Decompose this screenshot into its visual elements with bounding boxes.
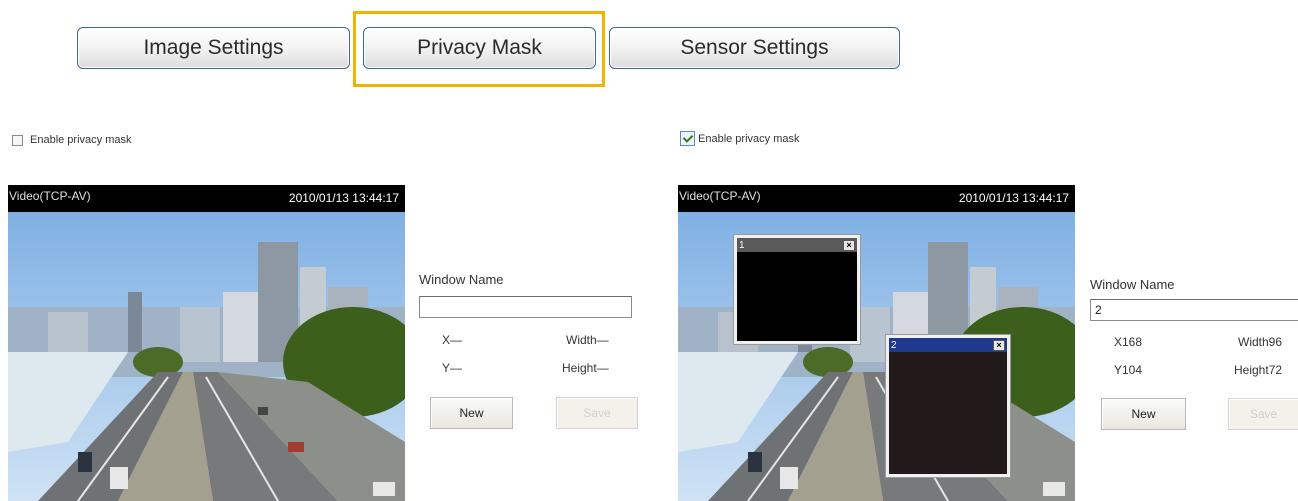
video-title-bar: Video(TCP-AV) 2010/01/13 13:44:17 — [8, 185, 405, 212]
video-timestamp-2: 2010/01/13 13:44:17 — [958, 191, 1069, 205]
enable-privacy-mask-label-2: Enable privacy mask — [698, 132, 800, 145]
tab-sensor-settings-label: Sensor Settings — [680, 36, 829, 59]
tab-sensor-settings[interactable]: Sensor Settings — [609, 27, 900, 69]
y-readout-2: Y104 — [1114, 363, 1143, 377]
window-name-field-2[interactable]: 2 — [1090, 299, 1298, 321]
tab-highlight-frame — [353, 11, 605, 87]
enable-privacy-mask-checkbox[interactable] — [12, 134, 23, 146]
save-button[interactable]: Save — [556, 397, 638, 429]
tab-image-settings[interactable]: Image Settings — [77, 27, 350, 69]
video-view[interactable]: Video(TCP-AV) 2010/01/13 13:44:17 — [8, 185, 405, 501]
video-stream-label-2: Video(TCP-AV) — [679, 189, 761, 203]
tab-image-settings-label: Image Settings — [143, 36, 284, 59]
x-readout: X— — [442, 333, 463, 347]
video-title-bar-2: Video(TCP-AV) 2010/01/13 13:44:17 — [678, 185, 1075, 212]
enable-privacy-mask-checkbox-checked[interactable] — [680, 131, 695, 146]
close-icon[interactable]: × — [843, 239, 855, 251]
enable-privacy-mask-row-2: Enable privacy mask — [680, 131, 800, 146]
video-timestamp: 2010/01/13 13:44:17 — [288, 191, 399, 205]
mask-title-bar-2[interactable]: 2 × — [889, 338, 1007, 352]
width-readout-2: Width96 — [1238, 335, 1283, 349]
video-view-2[interactable]: Video(TCP-AV) 2010/01/13 13:44:17 1 × 2 … — [678, 185, 1075, 501]
mask-name-2: 2 — [891, 339, 897, 351]
window-name-field[interactable] — [419, 296, 632, 318]
window-name-label-2: Window Name — [1090, 277, 1175, 292]
privacy-mask-window-2[interactable]: 2 × — [886, 335, 1010, 477]
enable-privacy-mask-row: Enable privacy mask — [12, 134, 132, 146]
height-readout: Height— — [562, 361, 609, 375]
y-readout: Y— — [442, 361, 463, 375]
save-button-2[interactable]: Save — [1228, 398, 1298, 430]
privacy-mask-window-1[interactable]: 1 × — [734, 235, 860, 344]
new-button-2[interactable]: New — [1101, 398, 1186, 430]
video-scene-image — [8, 212, 405, 501]
width-readout: Width— — [566, 333, 609, 347]
mask-title-bar-1[interactable]: 1 × — [737, 238, 857, 252]
mask-name-1: 1 — [739, 239, 745, 251]
close-icon[interactable]: × — [993, 339, 1005, 351]
new-button[interactable]: New — [430, 397, 513, 429]
enable-privacy-mask-label: Enable privacy mask — [30, 134, 132, 146]
window-name-label: Window Name — [419, 272, 504, 287]
height-readout-2: Height72 — [1234, 363, 1283, 377]
x-readout-2: X168 — [1114, 335, 1143, 349]
video-stream-label: Video(TCP-AV) — [9, 189, 91, 203]
